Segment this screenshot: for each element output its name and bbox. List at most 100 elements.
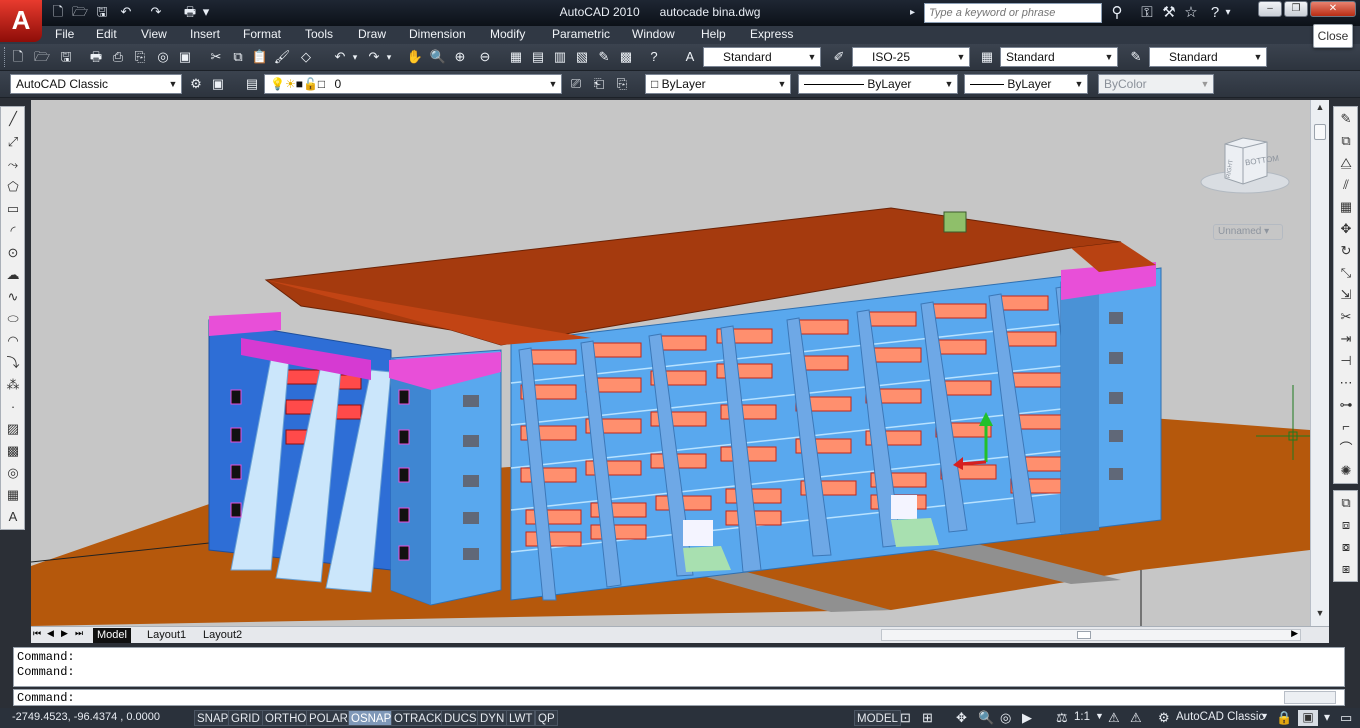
menu-dimension[interactable]: Dimension xyxy=(409,27,466,41)
pan-icon[interactable]: ✋ xyxy=(405,47,425,67)
rotate-icon[interactable]: ↻ xyxy=(1336,241,1356,261)
sheet-set-icon[interactable]: ▣ xyxy=(175,47,195,67)
first-tab-icon[interactable]: ⏮ xyxy=(33,628,41,639)
status-menu-icon[interactable]: ▾ xyxy=(1324,710,1330,724)
annotation-scale-value[interactable]: 1:1 xyxy=(1074,711,1090,723)
plot-preview-icon[interactable]: ⎙ xyxy=(108,47,128,67)
scroll-thumb[interactable] xyxy=(1314,124,1326,140)
send-to-back-icon[interactable]: ⧈ xyxy=(1336,515,1356,535)
point-icon[interactable]: · xyxy=(3,397,23,417)
multileader-style-dropdown[interactable]: Standard ▼ xyxy=(1149,47,1267,67)
hatch-icon[interactable]: ▨ xyxy=(3,419,23,439)
maximize-button[interactable]: ❐ xyxy=(1284,1,1308,17)
toggle-osnap[interactable]: OSNAP xyxy=(348,710,395,726)
command-input[interactable]: Command: xyxy=(13,689,1345,706)
bring-to-front-icon[interactable]: ⧉ xyxy=(1336,493,1356,513)
menu-help[interactable]: Help xyxy=(701,27,726,41)
arc-icon[interactable]: ◜ xyxy=(3,221,23,241)
array-icon[interactable]: ▦ xyxy=(1336,197,1356,217)
menu-file[interactable]: File xyxy=(55,27,74,41)
publish-icon[interactable]: ⎘ xyxy=(130,47,150,67)
steering-wheel-icon[interactable]: ◎ xyxy=(1000,710,1011,726)
menu-format[interactable]: Format xyxy=(243,27,281,41)
open-icon[interactable]: 🗁 xyxy=(32,47,52,67)
fillet-icon[interactable]: ⌒ xyxy=(1336,439,1356,459)
search-expand-icon[interactable]: ▸ xyxy=(910,3,923,23)
cut-icon[interactable]: ✂ xyxy=(206,47,226,67)
toggle-otrack[interactable]: OTRACK xyxy=(391,710,445,726)
command-scrollbar[interactable] xyxy=(1284,691,1336,704)
toggle-grid[interactable]: GRID xyxy=(228,710,263,726)
copy-icon[interactable]: ⧉ xyxy=(228,47,248,67)
text-style-dropdown[interactable]: Standard ▼ xyxy=(703,47,821,67)
next-tab-icon[interactable]: ▶ xyxy=(61,628,68,639)
linetype-dropdown[interactable]: ByLayer ▼ xyxy=(798,74,958,94)
menu-insert[interactable]: Insert xyxy=(190,27,220,41)
quick-view-layouts-icon[interactable]: ⊡ xyxy=(900,710,911,726)
circle-icon[interactable]: ⊙ xyxy=(3,243,23,263)
workspace-status-value[interactable]: AutoCAD Classic xyxy=(1176,711,1264,723)
hscroll-thumb[interactable] xyxy=(1077,631,1091,639)
zoom-previous-icon[interactable]: ⊖ xyxy=(475,47,495,67)
chevron-down-icon[interactable]: ▼ xyxy=(1095,711,1104,721)
offset-icon[interactable]: ⫽ xyxy=(1336,175,1356,195)
match-properties-icon[interactable]: 🖌 xyxy=(272,47,292,67)
communication-center-icon[interactable]: ⚒ xyxy=(1158,3,1180,23)
redo-icon[interactable]: ↷ xyxy=(146,3,166,21)
3d-dwf-icon[interactable]: ◎ xyxy=(153,47,173,67)
hardware-acceleration-icon[interactable]: ▣ xyxy=(1298,710,1318,726)
ellipse-arc-icon[interactable]: ◠ xyxy=(3,331,23,351)
application-menu-button[interactable]: A xyxy=(0,0,42,42)
scroll-right-icon[interactable]: ▶ xyxy=(1291,628,1298,639)
window-close-button[interactable]: ✕ xyxy=(1310,1,1356,17)
model-space-button[interactable]: MODEL xyxy=(854,710,901,726)
send-under-icon[interactable]: ⧆ xyxy=(1336,559,1356,579)
showmotion-icon[interactable]: ▶ xyxy=(1022,710,1032,726)
break-icon[interactable]: ⋯ xyxy=(1336,373,1356,393)
region-icon[interactable]: ◎ xyxy=(3,463,23,483)
model-viewport[interactable]: BOTTOM RIGHT Unnamed ▾ xyxy=(31,100,1310,626)
zoom-window-icon[interactable]: ⊕ xyxy=(450,47,470,67)
design-center-icon[interactable]: ▤ xyxy=(528,47,548,67)
markup-icon[interactable]: ✎ xyxy=(594,47,614,67)
multileader-style-icon[interactable]: ✎ xyxy=(1126,47,1146,67)
plot-icon[interactable]: 🖶 xyxy=(180,3,200,21)
mirror-icon[interactable]: ⧋ xyxy=(1336,153,1356,173)
menu-modify[interactable]: Modify xyxy=(490,27,525,41)
undo-icon[interactable]: ↶ xyxy=(116,3,136,21)
ellipse-icon[interactable]: ⬭ xyxy=(3,309,23,329)
redo-icon[interactable]: ↷ xyxy=(364,47,384,67)
paste-icon[interactable]: 📋 xyxy=(250,47,270,67)
minimize-button[interactable]: – xyxy=(1258,1,1282,17)
workspace-dropdown[interactable]: AutoCAD Classic ▼ xyxy=(10,74,182,94)
construction-line-icon[interactable]: ⤢ xyxy=(3,132,23,152)
stretch-icon[interactable]: ⇲ xyxy=(1336,285,1356,305)
menu-window[interactable]: Window xyxy=(632,27,675,41)
qnew-icon[interactable]: 🗋 xyxy=(8,47,28,67)
tab-model[interactable]: Model xyxy=(93,628,131,643)
text-style-icon[interactable]: A xyxy=(680,47,700,67)
break-at-point-icon[interactable]: ⊣ xyxy=(1336,351,1356,371)
polygon-icon[interactable]: ⬠ xyxy=(3,177,23,197)
horizontal-scrollbar[interactable]: ▶ xyxy=(881,628,1301,641)
quick-access-dropdown-icon[interactable]: ▾ xyxy=(200,3,212,21)
auto-scale-icon[interactable]: ⚠ xyxy=(1130,710,1142,726)
ucs-menu[interactable]: Unnamed ▾ xyxy=(1213,224,1283,240)
explode-icon[interactable]: ✺ xyxy=(1336,461,1356,481)
toggle-dyn[interactable]: DYN xyxy=(477,710,508,726)
sheet-set-manager-icon[interactable]: ▧ xyxy=(572,47,592,67)
search-input[interactable] xyxy=(924,3,1102,23)
menu-parametric[interactable]: Parametric xyxy=(552,27,610,41)
toggle-snap[interactable]: SNAP xyxy=(194,710,232,726)
table-icon[interactable]: ▦ xyxy=(3,485,23,505)
prev-tab-icon[interactable]: ◀ xyxy=(47,628,54,639)
menu-view[interactable]: View xyxy=(141,27,167,41)
toggle-polar[interactable]: POLAR xyxy=(306,710,351,726)
dim-style-icon[interactable]: ✐ xyxy=(829,47,849,67)
layer-previous-icon[interactable]: ⎗ xyxy=(589,74,609,94)
color-dropdown[interactable]: □ ByLayer ▼ xyxy=(645,74,791,94)
scroll-up-icon[interactable]: ▲ xyxy=(1313,102,1327,116)
coordinates-readout[interactable]: -2749.4523, -96.4374 , 0.0000 xyxy=(12,711,160,723)
menu-draw[interactable]: Draw xyxy=(358,27,386,41)
extend-icon[interactable]: ⇥ xyxy=(1336,329,1356,349)
